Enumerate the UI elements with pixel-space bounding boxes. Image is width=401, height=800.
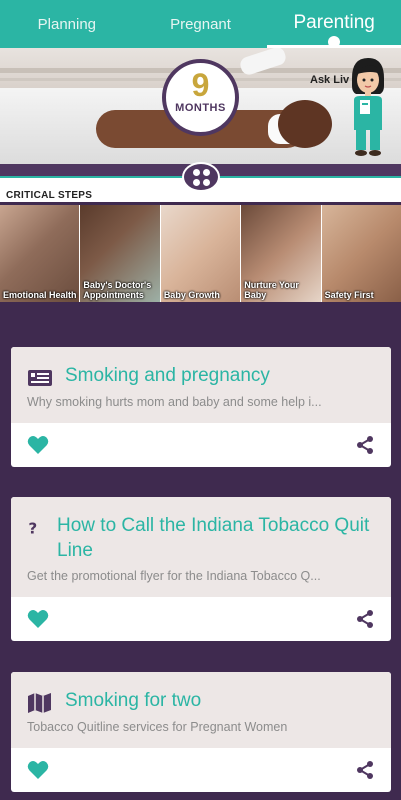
active-tab-indicator <box>328 36 341 48</box>
months-number: 9 <box>191 67 210 103</box>
share-icon[interactable] <box>355 760 375 780</box>
step-safety-first[interactable]: Safety First <box>321 205 401 302</box>
card-actions <box>11 423 391 467</box>
card-actions <box>11 748 391 792</box>
card-title-row: Smoking and pregnancy <box>27 363 377 389</box>
step-nurture-your-baby[interactable]: Nurture Your Baby <box>241 205 322 302</box>
heart-icon[interactable] <box>27 435 49 455</box>
grid-menu-button[interactable] <box>182 162 220 192</box>
baby-head-image <box>278 100 332 148</box>
grid-dot <box>192 178 200 186</box>
tab-pregnant[interactable]: Pregnant <box>134 16 268 33</box>
card-title[interactable]: Smoking and pregnancy <box>65 363 270 388</box>
baby-growth-photo <box>160 205 241 302</box>
step-emotional-health[interactable]: Emotional Health <box>0 205 81 302</box>
grid-dot <box>202 168 210 176</box>
months-label: MONTHS <box>175 102 226 114</box>
safety-first-photo <box>321 205 401 302</box>
content-feed: Smoking and pregnancy Why smoking hurts … <box>0 302 401 800</box>
map-icon <box>28 693 51 713</box>
card-body: Smoking for two Tobacco Quitline service… <box>11 672 391 748</box>
step-label: Nurture Your Baby <box>244 280 299 300</box>
tab-parenting-label: Parenting <box>293 12 375 33</box>
card-body: Smoking and pregnancy Why smoking hurts … <box>11 347 391 423</box>
step-baby-growth[interactable]: Baby Growth <box>160 205 242 302</box>
heart-icon[interactable] <box>27 609 49 629</box>
step-label: Baby Growth <box>163 290 220 300</box>
card-description: Tobacco Quitline services for Pregnant W… <box>27 720 288 734</box>
newspaper-icon <box>28 370 52 386</box>
article-card[interactable]: Smoking for two Tobacco Quitline service… <box>11 672 391 792</box>
step-label: Baby's Doctor's Appointments <box>83 280 152 300</box>
card-description: Get the promotional flyer for the Indian… <box>27 569 321 583</box>
liv-avatar-icon[interactable] <box>344 56 392 158</box>
tab-parenting[interactable]: Parenting <box>267 0 401 48</box>
card-title-row: ? How to Call the Indiana Tobacco Quit L… <box>27 513 377 563</box>
question-icon: ? <box>28 520 37 538</box>
grid-dot <box>192 168 200 176</box>
step-doctors-appointments[interactable]: Baby's Doctor's Appointments <box>80 205 161 302</box>
grid-dot <box>202 178 210 186</box>
step-label: Emotional Health <box>3 290 77 300</box>
card-title[interactable]: How to Call the Indiana Tobacco Quit Lin… <box>57 513 377 563</box>
card-title-row: Smoking for two <box>27 688 377 714</box>
card-actions <box>11 597 391 641</box>
tab-planning[interactable]: Planning <box>0 16 134 33</box>
step-label: Safety First <box>324 290 374 300</box>
heart-icon[interactable] <box>27 760 49 780</box>
emotional-health-photo <box>0 205 80 302</box>
card-body: ? How to Call the Indiana Tobacco Quit L… <box>11 497 391 597</box>
share-icon[interactable] <box>355 435 375 455</box>
critical-steps-carousel: Emotional Health Baby's Doctor's Appoint… <box>0 205 401 302</box>
card-title[interactable]: Smoking for two <box>65 688 201 713</box>
critical-steps-title: CRITICAL STEPS <box>6 190 93 201</box>
svg-text:?: ? <box>28 520 37 538</box>
article-card[interactable]: Smoking and pregnancy Why smoking hurts … <box>11 347 391 467</box>
share-icon[interactable] <box>355 609 375 629</box>
card-description: Why smoking hurts mom and baby and some … <box>27 395 322 409</box>
article-card[interactable]: ? How to Call the Indiana Tobacco Quit L… <box>11 497 391 641</box>
months-badge[interactable]: 9 MONTHS <box>162 59 239 136</box>
top-tab-bar: Planning Pregnant Parenting <box>0 0 401 48</box>
